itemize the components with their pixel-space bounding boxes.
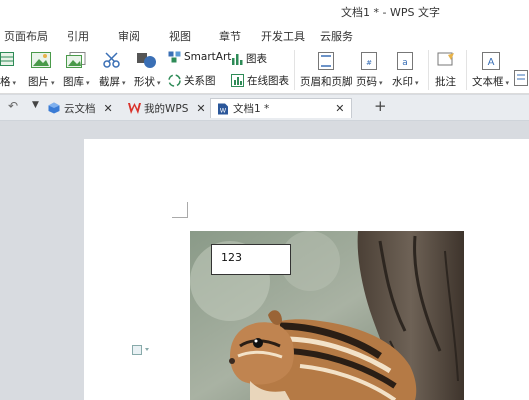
document-tab-bar: ↶ ▼ 云文档 ✕ 我的WPS ✕ W 文档1 * ✕ +: [0, 95, 529, 121]
header-footer-button[interactable]: 页眉和页脚: [300, 52, 353, 89]
tab-developer[interactable]: 开发工具: [261, 28, 305, 44]
picture-icon: [31, 52, 52, 68]
chevron-down-icon: ▾: [379, 79, 383, 87]
textbox-label: 文本框: [472, 76, 504, 88]
tab-cloud-docs[interactable]: 云文档 ✕: [48, 98, 113, 118]
close-icon[interactable]: ✕: [196, 102, 205, 115]
chevron-down-icon: ▾: [157, 79, 161, 87]
gallery-button[interactable]: 图库 ▾: [63, 52, 90, 89]
text-box[interactable]: 123: [211, 244, 291, 275]
ribbon-divider: [428, 50, 429, 90]
tab-my-wps[interactable]: 我的WPS ✕: [128, 98, 206, 118]
tab-cloud-service[interactable]: 云服务: [320, 28, 353, 44]
comment-label: 批注: [435, 76, 456, 88]
chevron-down-icon: ▾: [86, 79, 90, 87]
close-icon[interactable]: ✕: [335, 102, 344, 115]
chevron-down-icon: ▾: [122, 79, 126, 87]
cloud-cube-icon: [48, 102, 60, 114]
ribbon-divider: [294, 50, 295, 90]
ribbon-divider: [466, 50, 467, 90]
tab-references[interactable]: 引用: [67, 28, 89, 44]
tab-review[interactable]: 审阅: [118, 28, 140, 44]
picture-label: 图片: [28, 76, 49, 88]
chevron-down-icon: ▾: [505, 79, 510, 87]
header-footer-icon: [318, 52, 335, 70]
chart-label: 图表: [246, 53, 267, 65]
more-tools-button[interactable]: [514, 70, 528, 86]
svg-text:W: W: [220, 106, 227, 114]
paragraph-layout-icon[interactable]: [132, 345, 150, 358]
screenshot-button[interactable]: 截屏 ▾: [99, 52, 126, 89]
formula-icon: [514, 70, 528, 86]
screenshot-label: 截屏: [99, 76, 120, 88]
smartart-button[interactable]: SmartArt: [168, 51, 231, 63]
tab-sections[interactable]: 章节: [219, 28, 241, 44]
tab-label: 云文档: [64, 102, 96, 115]
window-title: 文档1 * - WPS 文字: [341, 6, 440, 19]
tab-document-1[interactable]: W 文档1 * ✕: [210, 98, 352, 118]
gallery-label: 图库: [63, 76, 84, 88]
smartart-label: SmartArt: [184, 51, 232, 63]
tab-view[interactable]: 视图: [169, 28, 191, 44]
watermark-icon: a: [397, 52, 414, 70]
paragraph-layout-icon-glyph: [132, 345, 149, 355]
chevron-down-icon: ▾: [51, 79, 55, 87]
comment-button[interactable]: 批注: [435, 52, 456, 89]
svg-text:#: #: [366, 59, 372, 67]
margin-corner-marker: [172, 202, 188, 218]
svg-text:a: a: [402, 58, 408, 68]
document-icon: W: [218, 103, 228, 114]
tab-page-layout[interactable]: 页面布局: [4, 28, 48, 44]
chart-icon: [232, 53, 243, 65]
header-footer-label: 页眉和页脚: [300, 76, 353, 88]
textbox-button[interactable]: A 文本框 ▾: [472, 52, 509, 89]
watermark-button[interactable]: a 水印 ▾: [392, 52, 419, 89]
tab-list-chevron-icon[interactable]: ▼: [32, 100, 39, 110]
relation-diagram-button[interactable]: 关系图: [168, 73, 216, 88]
title-bar: 文档1 * - WPS 文字: [0, 0, 529, 24]
page-number-label: 页码: [356, 76, 377, 88]
shapes-label: 形状: [134, 76, 155, 88]
new-tab-button[interactable]: +: [374, 97, 387, 115]
back-icon[interactable]: ↶: [8, 99, 18, 113]
smartart-icon: [168, 51, 181, 63]
text-box-content[interactable]: 123: [221, 251, 242, 264]
chevron-down-icon: ▾: [12, 79, 17, 87]
shapes-icon: [137, 53, 157, 68]
shapes-button[interactable]: 形状 ▾: [134, 52, 161, 89]
page-number-button[interactable]: # 页码 ▾: [356, 52, 383, 89]
table-icon: [0, 52, 14, 66]
comment-icon: [437, 52, 454, 66]
scissors-icon: [103, 52, 120, 68]
relation-diagram-icon: [168, 74, 181, 87]
table-button[interactable]: 格 ▾: [0, 52, 16, 89]
chevron-down-icon: ▾: [415, 79, 419, 87]
watermark-label: 水印: [392, 76, 413, 88]
picture-button[interactable]: 图片 ▾: [28, 52, 55, 89]
online-chart-icon: [231, 74, 244, 87]
svg-text:A: A: [487, 57, 494, 68]
menu-tabs: 页面布局 引用 审阅 视图 章节 开发工具 云服务: [0, 24, 529, 46]
tab-label: 我的WPS: [144, 102, 189, 115]
gallery-icon: [66, 52, 86, 68]
online-chart-label: 在线图表: [247, 75, 289, 87]
textbox-icon: A: [481, 52, 500, 70]
wps-logo-icon: [128, 102, 141, 114]
chart-button[interactable]: 图表: [231, 51, 267, 66]
tab-label: 文档1 *: [233, 103, 270, 115]
close-icon[interactable]: ✕: [104, 102, 113, 115]
online-chart-button[interactable]: 在线图表: [231, 73, 289, 88]
relation-diagram-label: 关系图: [184, 75, 216, 87]
table-label: 格: [0, 76, 11, 88]
ribbon-insert: 格 ▾ 图片 ▾ 图库 ▾ 截屏 ▾ 形状 ▾ SmartArt 图表 关系图 在线图表: [0, 46, 529, 94]
page-number-icon: #: [361, 52, 378, 70]
